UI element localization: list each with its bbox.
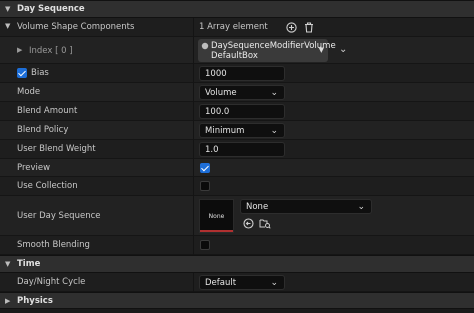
chevron-down-icon: ⌄ — [270, 277, 278, 288]
day-night-cycle-row: Day/Night Cycle Default ⌄ — [0, 273, 474, 292]
smooth-blending-row: Smooth Blending — [0, 236, 474, 255]
user-day-sequence-label: User Day Sequence — [17, 211, 101, 221]
day-sequence-value: None — [246, 201, 269, 212]
user-blend-weight-label: User Blend Weight — [17, 144, 96, 154]
use-collection-checkbox[interactable] — [200, 181, 210, 191]
arrow-left-circle-icon — [242, 217, 254, 229]
plus-circle-icon — [285, 21, 297, 33]
asset-thumbnail[interactable]: None — [199, 199, 234, 233]
blend-policy-dropdown[interactable]: Minimum ⌄ — [199, 123, 285, 138]
preview-row: Preview — [0, 159, 474, 177]
blend-policy-label: Blend Policy — [17, 125, 69, 135]
blend-amount-input[interactable]: 100.0 — [199, 104, 285, 119]
user-day-sequence-row: User Day Sequence None None ⌄ — [0, 196, 474, 236]
add-element-button[interactable] — [285, 21, 297, 33]
index-row: ▶ Index [ 0 ] DaySequenceModifierVolume … — [0, 37, 474, 64]
section-title: Time — [17, 259, 41, 269]
bias-input[interactable]: 1000 — [199, 66, 285, 81]
chevron-down-icon: ▼ — [318, 46, 324, 54]
asset-subname: DefaultBox — [211, 51, 258, 61]
user-blend-weight-value: 1.0 — [205, 144, 219, 155]
section-physics[interactable]: ▶ Physics — [0, 292, 474, 309]
smooth-blending-label: Smooth Blending — [17, 240, 90, 250]
chevron-down-icon: ⌄ — [270, 125, 278, 136]
day-sequence-asset-dropdown[interactable]: None ⌄ — [240, 199, 372, 214]
delete-all-button[interactable] — [303, 21, 315, 33]
preview-label: Preview — [17, 163, 51, 173]
section-title: Day Sequence — [17, 4, 85, 14]
blend-amount-row: Blend Amount 100.0 — [0, 102, 474, 121]
use-selected-asset-button[interactable] — [242, 217, 254, 229]
column-divider — [193, 273, 194, 292]
volume-shape-label: Volume Shape Components — [17, 22, 135, 32]
chevron-right-icon[interactable]: ▶ — [17, 46, 22, 54]
asset-type-bar — [200, 230, 233, 232]
trash-icon — [305, 21, 313, 33]
day-night-cycle-value: Default — [205, 277, 237, 288]
mode-row: Mode Volume ⌄ — [0, 83, 474, 102]
browse-asset-button[interactable] — [259, 217, 271, 229]
bias-label: Bias — [31, 68, 49, 78]
smooth-blending-checkbox[interactable] — [200, 240, 210, 250]
chevron-right-icon: ▶ — [5, 296, 11, 305]
day-night-cycle-label: Day/Night Cycle — [17, 277, 86, 287]
folder-search-icon — [259, 219, 271, 229]
chevron-down-icon[interactable]: ▼ — [5, 22, 10, 30]
component-icon — [201, 42, 209, 50]
preview-checkbox[interactable] — [200, 163, 210, 173]
array-count: 1 Array element — [199, 22, 268, 32]
column-divider — [193, 18, 194, 255]
section-time[interactable]: ▼ Time — [0, 255, 474, 273]
component-picker[interactable]: DaySequenceModifierVolume DefaultBox ▼ — [198, 39, 336, 62]
chevron-down-icon[interactable]: ⌄ — [339, 44, 347, 55]
thumbnail-label: None — [208, 213, 225, 220]
blend-policy-row: Blend Policy Minimum ⌄ — [0, 121, 474, 140]
bias-row: Bias 1000 — [0, 64, 474, 83]
blend-policy-value: Minimum — [205, 125, 245, 136]
chevron-down-icon: ▼ — [5, 5, 11, 13]
chevron-down-icon: ⌄ — [270, 87, 278, 98]
day-night-cycle-dropdown[interactable]: Default ⌄ — [199, 275, 285, 290]
blend-amount-label: Blend Amount — [17, 106, 78, 116]
mode-label: Mode — [17, 87, 41, 97]
user-blend-weight-row: User Blend Weight 1.0 — [0, 140, 474, 159]
section-title: Physics — [17, 295, 53, 306]
blend-amount-value: 100.0 — [205, 106, 230, 117]
chevron-down-icon: ▼ — [5, 260, 11, 268]
volume-shape-row: ▼ Volume Shape Components 1 Array elemen… — [0, 18, 474, 37]
section-day-sequence[interactable]: ▼ Day Sequence — [0, 0, 474, 18]
user-blend-weight-input[interactable]: 1.0 — [199, 142, 285, 157]
mode-dropdown[interactable]: Volume ⌄ — [199, 85, 285, 100]
index-label: Index [ 0 ] — [29, 46, 73, 56]
bias-checkbox[interactable] — [17, 68, 27, 78]
use-collection-row: Use Collection — [0, 177, 474, 196]
details-panel: ▼ Day Sequence ▼ Volume Shape Components… — [0, 0, 474, 313]
asset-name: DaySequenceModifierVolume — [211, 41, 336, 51]
mode-value: Volume — [205, 87, 237, 98]
bias-value: 1000 — [205, 68, 227, 79]
use-collection-label: Use Collection — [17, 181, 78, 191]
chevron-down-icon: ⌄ — [357, 201, 365, 212]
